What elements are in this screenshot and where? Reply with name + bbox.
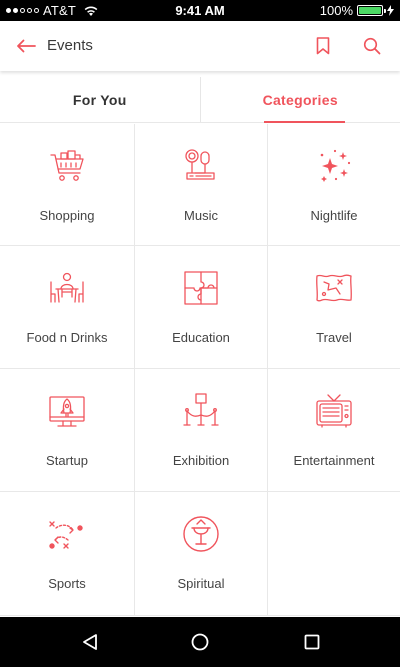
category-education[interactable]: Education [135, 246, 268, 369]
bookmark-icon [316, 37, 330, 55]
category-label: Entertainment [293, 453, 375, 468]
active-tab-indicator [263, 121, 345, 123]
category-music[interactable]: Music [135, 124, 268, 246]
headphones-icon [185, 149, 215, 180]
category-label: Music [184, 208, 218, 223]
arrow-left-icon [17, 39, 36, 53]
shopping-cart-icon [50, 150, 84, 181]
tab-categories[interactable]: Categories [201, 77, 400, 123]
map-icon [316, 274, 352, 302]
puzzle-icon [184, 271, 218, 305]
app-header: Events [0, 21, 400, 71]
category-label: Food n Drinks [26, 330, 108, 345]
category-label: Nightlife [310, 208, 358, 223]
category-grid: Shopping Music Nightlife Food n Drinks E… [0, 124, 400, 616]
tab-for-you[interactable]: For You [0, 77, 201, 122]
category-label: Startup [46, 453, 88, 468]
nav-home-button[interactable] [188, 630, 212, 654]
category-label: Exhibition [172, 453, 230, 468]
bookmark-button[interactable] [312, 34, 334, 58]
tv-icon [316, 394, 352, 428]
spiritual-symbol-icon [183, 516, 219, 552]
charging-icon [387, 5, 394, 16]
sports-play-icon [49, 521, 83, 549]
category-startup[interactable]: Startup [0, 369, 135, 492]
page-title: Events [47, 37, 93, 54]
category-food-n-drinks[interactable]: Food n Drinks [0, 246, 135, 369]
category-entertainment[interactable]: Entertainment [268, 369, 400, 492]
category-label: Travel [316, 330, 352, 345]
back-button[interactable] [14, 34, 38, 58]
battery-percent: 100% [319, 3, 353, 18]
exhibit-stand-icon [183, 393, 219, 426]
tab-label: Categories [262, 91, 338, 108]
nav-recent-button[interactable] [300, 630, 324, 654]
category-shopping[interactable]: Shopping [0, 124, 135, 246]
category-label: Sports [48, 576, 86, 591]
sparkles-icon [320, 149, 351, 182]
tab-bar: For You Categories [0, 77, 400, 123]
search-button[interactable] [360, 34, 384, 58]
nav-back-button[interactable] [78, 630, 102, 654]
square-recent-icon [304, 634, 320, 650]
category-label: Education [172, 330, 230, 345]
empty-grid-cell [268, 492, 400, 616]
category-travel[interactable]: Travel [268, 246, 400, 369]
circle-home-icon [191, 633, 209, 651]
category-nightlife[interactable]: Nightlife [268, 124, 400, 246]
category-spiritual[interactable]: Spiritual [135, 492, 268, 616]
dining-icon [50, 272, 84, 303]
search-icon [363, 37, 381, 55]
triangle-back-icon [83, 634, 97, 650]
status-right: 100% [320, 3, 394, 18]
rocket-monitor-icon [49, 396, 85, 427]
tab-label: For You [72, 91, 127, 108]
category-label: Spiritual [177, 576, 225, 591]
category-exhibition[interactable]: Exhibition [135, 369, 268, 492]
status-bar: AT&T 9:41 AM 100% [0, 0, 400, 21]
battery-icon [357, 5, 386, 16]
category-label: Shopping [39, 208, 95, 223]
system-nav-bar [0, 617, 400, 667]
category-sports[interactable]: Sports [0, 492, 135, 616]
